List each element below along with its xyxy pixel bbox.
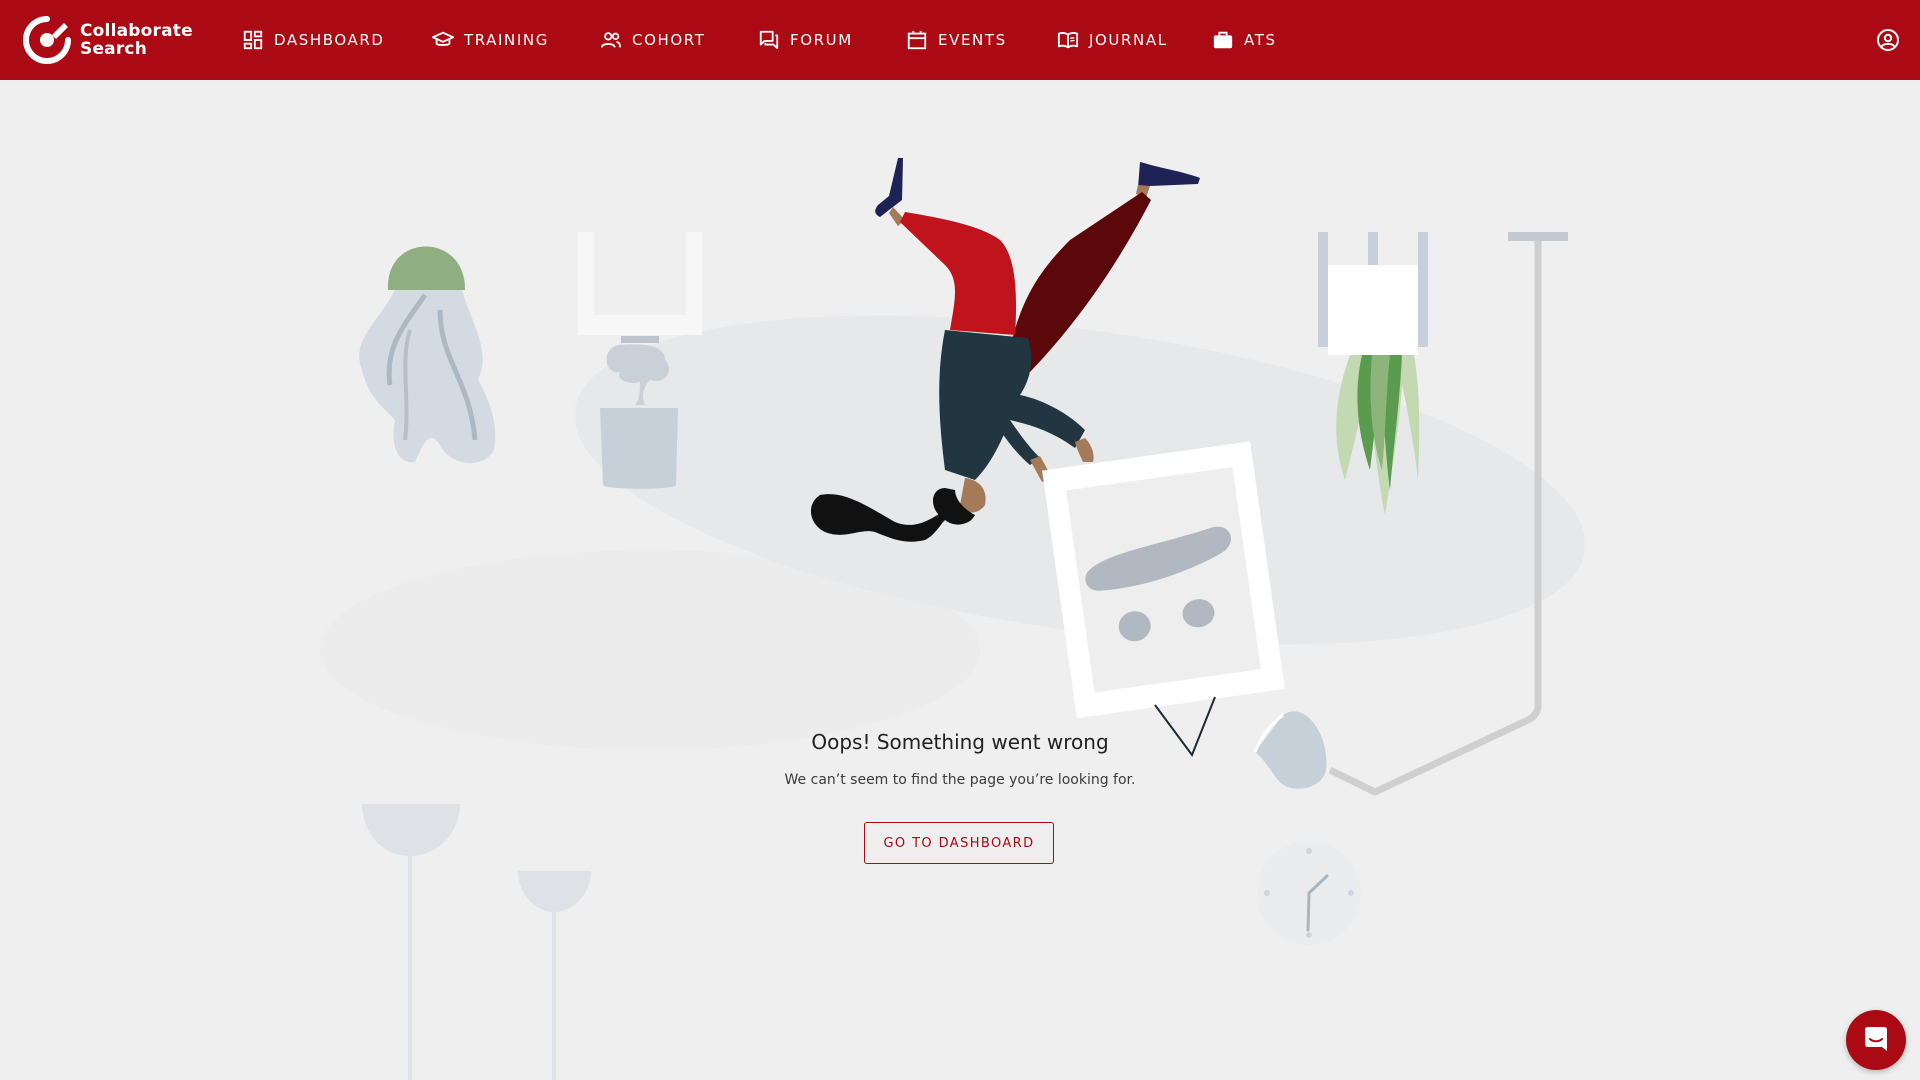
- collaborate-search-logo[interactable]: Collaborate Search: [22, 14, 197, 66]
- chat-launcher-button[interactable]: [1846, 1010, 1906, 1070]
- nav-label-forum: FORUM: [790, 31, 853, 49]
- top-navigation-bar: Collaborate Search DASHBOARD TRAINING CO…: [0, 0, 1920, 80]
- graduation-cap-icon: [432, 31, 454, 46]
- nav-item-dashboard[interactable]: DASHBOARD: [242, 0, 385, 80]
- standing-lamps-bottom: [362, 804, 591, 1080]
- wall-clock: [1257, 841, 1361, 945]
- go-to-dashboard-button[interactable]: GO TO DASHBOARD: [864, 822, 1054, 864]
- logo-text: Collaborate Search: [80, 22, 193, 58]
- nav-item-journal[interactable]: JOURNAL: [1057, 0, 1168, 80]
- nav-label-training: TRAINING: [464, 31, 549, 49]
- nav-label-ats: ATS: [1244, 31, 1277, 49]
- nav-item-training[interactable]: TRAINING: [432, 0, 549, 80]
- nav-label-journal: JOURNAL: [1089, 31, 1168, 49]
- calendar-icon: [907, 30, 927, 50]
- forum-icon: [759, 30, 779, 50]
- logo-text-line1: Collaborate: [80, 21, 193, 41]
- nav-item-cohort[interactable]: COHORT: [600, 0, 705, 80]
- logo-icon: [23, 16, 71, 64]
- logo-text-line2: Search: [80, 39, 148, 59]
- nav-label-dashboard: DASHBOARD: [274, 31, 385, 49]
- error-message: We can’t seem to find the page you’re lo…: [784, 772, 1136, 788]
- tilted-board: [1042, 441, 1285, 719]
- nav-label-cohort: COHORT: [632, 31, 706, 49]
- dashboard-icon: [243, 30, 263, 50]
- book-icon: [1057, 32, 1079, 49]
- nav-item-forum[interactable]: FORUM: [758, 0, 853, 80]
- error-title: Oops! Something went wrong: [811, 730, 1109, 754]
- error-illustration: [320, 158, 1586, 1080]
- nav-item-events[interactable]: EVENTS: [906, 0, 1007, 80]
- nav-label-events: EVENTS: [938, 31, 1007, 49]
- people-icon: [600, 32, 622, 48]
- account-circle-icon[interactable]: [1876, 28, 1900, 52]
- nav-item-ats[interactable]: ATS: [1212, 0, 1277, 80]
- hanging-plant-left: [359, 246, 496, 464]
- briefcase-icon: [1213, 31, 1233, 49]
- chat-icon: [1865, 1027, 1887, 1051]
